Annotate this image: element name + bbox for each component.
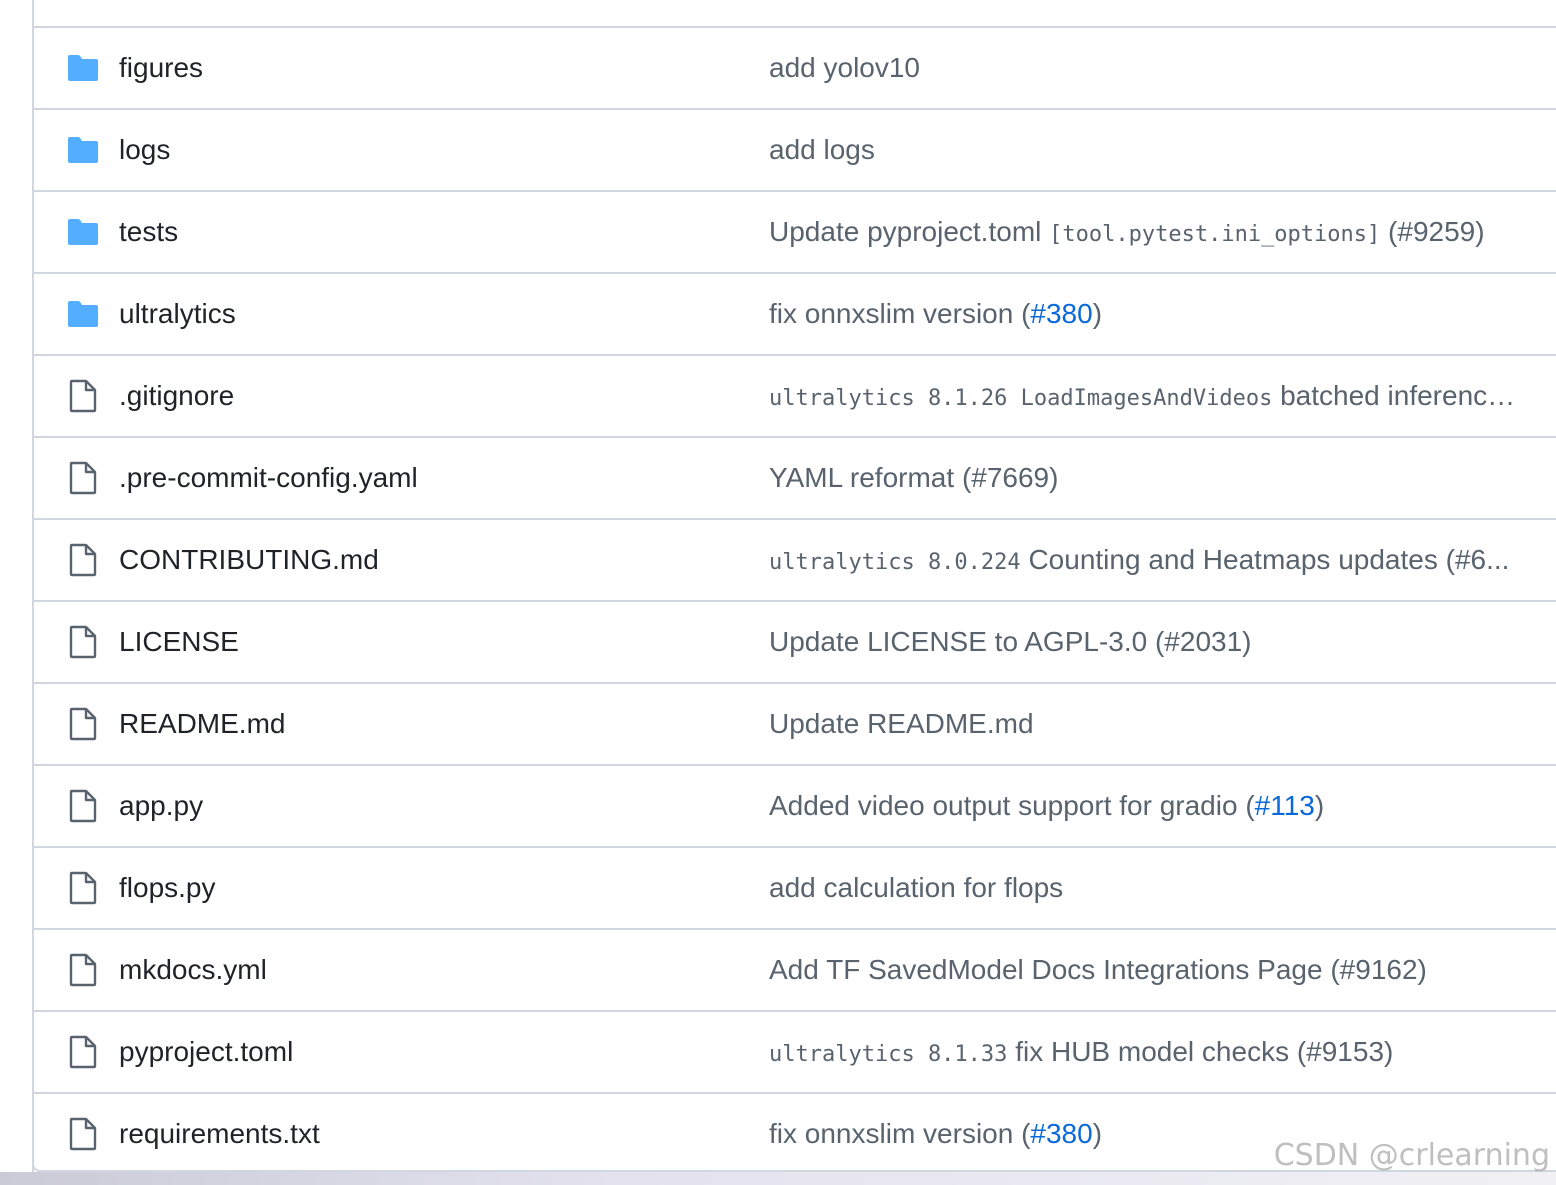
- file-name-link[interactable]: mkdocs.yml: [119, 954, 267, 986]
- left-gutter: [0, 0, 32, 1172]
- file-icon: [66, 1035, 100, 1069]
- commit-message[interactable]: fix onnxslim version (#380): [769, 298, 1102, 330]
- commit-code-text: ultralytics 8.1.33: [769, 1042, 1008, 1067]
- commit-message-text: Counting and Heatmaps updates (#6...: [1020, 544, 1510, 575]
- table-row[interactable]: pyproject.toml ultralytics 8.1.33 fix HUB…: [34, 1012, 1556, 1094]
- pull-request-link[interactable]: #113: [1255, 790, 1315, 821]
- commit-message-text: fix HUB model checks (#9153): [1007, 1036, 1394, 1067]
- commit-message[interactable]: ultralytics 8.0.224 Counting and Heatmap…: [769, 544, 1509, 576]
- watermark-text: CSDN @crlearning: [1273, 1138, 1550, 1173]
- file-icon: [66, 1117, 100, 1151]
- commit-message-text: Added video output support for gradio (: [769, 790, 1255, 821]
- commit-code-text: ultralytics 8.1.26 LoadImagesAndVideos: [769, 386, 1273, 411]
- commit-message-text: ): [1092, 298, 1103, 329]
- file-name-link[interactable]: .gitignore: [119, 380, 234, 412]
- file-icon: [66, 625, 100, 659]
- commit-message-text: ): [1092, 1118, 1103, 1149]
- folder-icon: [66, 215, 100, 249]
- commit-message[interactable]: add calculation for flops: [769, 872, 1063, 904]
- folder-name-link[interactable]: figures: [119, 52, 203, 84]
- commit-message[interactable]: Added video output support for gradio (#…: [769, 790, 1324, 822]
- commit-message[interactable]: Update LICENSE to AGPL-3.0 (#2031): [769, 626, 1252, 658]
- table-row[interactable]: figures add yolov10: [34, 28, 1556, 110]
- commit-message[interactable]: ultralytics 8.1.33 fix HUB model checks …: [769, 1036, 1393, 1068]
- commit-message-text: (#9259): [1380, 216, 1485, 247]
- folder-name-link[interactable]: ultralytics: [119, 298, 236, 330]
- file-name-link[interactable]: .pre-commit-config.yaml: [119, 462, 418, 494]
- commit-message-text: Add TF SavedModel Docs Integrations Page…: [769, 954, 1427, 985]
- table-row[interactable]: tests Update pyproject.toml [tool.pytest.…: [34, 192, 1556, 274]
- table-row[interactable]: .gitignore ultralytics 8.1.26 LoadImagesA…: [34, 356, 1556, 438]
- file-name-link[interactable]: app.py: [119, 790, 203, 822]
- commit-message-text: fix onnxslim version (: [769, 298, 1031, 329]
- commit-code-text: [tool.pytest.ini_options]: [1049, 222, 1381, 247]
- file-icon: [66, 789, 100, 823]
- file-list-table: figures add yolov10 logs add logs tests Updat…: [32, 0, 1556, 1176]
- file-browser-page: figures add yolov10 logs add logs tests Updat…: [0, 0, 1556, 1185]
- commit-message[interactable]: Add TF SavedModel Docs Integrations Page…: [769, 954, 1427, 986]
- folder-icon: [66, 133, 100, 167]
- folder-name-link[interactable]: logs: [119, 134, 170, 166]
- file-name-link[interactable]: CONTRIBUTING.md: [119, 544, 379, 576]
- table-row-partial[interactable]: [34, 0, 1556, 28]
- table-row[interactable]: flops.py add calculation for flops: [34, 848, 1556, 930]
- commit-message-text: YAML reformat (#7669): [769, 462, 1059, 493]
- commit-message-text: add yolov10: [769, 52, 921, 83]
- commit-message[interactable]: Update pyproject.toml [tool.pytest.ini_o…: [769, 216, 1485, 248]
- window-bottom-bar: [0, 1172, 1556, 1185]
- file-icon: [66, 707, 100, 741]
- table-row[interactable]: logs add logs: [34, 110, 1556, 192]
- commit-message-text: batched inference...: [1272, 380, 1524, 411]
- commit-message-text: add calculation for flops: [769, 872, 1064, 903]
- commit-message-text: ): [1314, 790, 1325, 821]
- commit-message[interactable]: YAML reformat (#7669): [769, 462, 1058, 494]
- file-name-link[interactable]: LICENSE: [119, 626, 239, 658]
- table-row[interactable]: README.md Update README.md: [34, 684, 1556, 766]
- table-row[interactable]: app.py Added video output support for gra…: [34, 766, 1556, 848]
- commit-message[interactable]: ultralytics 8.1.26 LoadImagesAndVideos b…: [769, 380, 1524, 412]
- commit-message-text: Update README.md: [769, 708, 1034, 739]
- file-icon: [66, 871, 100, 905]
- pull-request-link[interactable]: #380: [1030, 1118, 1092, 1149]
- commit-message-text: fix onnxslim version (: [769, 1118, 1031, 1149]
- folder-icon: [66, 297, 100, 331]
- folder-name-link[interactable]: tests: [119, 216, 178, 248]
- table-row[interactable]: CONTRIBUTING.md ultralytics 8.0.224 Count…: [34, 520, 1556, 602]
- table-row[interactable]: LICENSE Update LICENSE to AGPL-3.0 (#2031…: [34, 602, 1556, 684]
- file-name-link[interactable]: pyproject.toml: [119, 1036, 293, 1068]
- commit-code-text: ultralytics 8.0.224: [769, 550, 1021, 575]
- folder-icon: [66, 0, 100, 3]
- table-row[interactable]: .pre-commit-config.yaml YAML reformat (#7…: [34, 438, 1556, 520]
- commit-message-text: add logs: [769, 134, 875, 165]
- commit-message-text: Update pyproject.toml: [769, 216, 1050, 247]
- file-name-link[interactable]: requirements.txt: [119, 1118, 320, 1150]
- table-row[interactable]: ultralytics fix onnxslim version (#380): [34, 274, 1556, 356]
- folder-icon: [66, 51, 100, 85]
- commit-message[interactable]: add logs: [769, 134, 875, 166]
- table-row[interactable]: mkdocs.yml Add TF SavedModel Docs Integra…: [34, 930, 1556, 1012]
- file-icon: [66, 543, 100, 577]
- file-name-link[interactable]: README.md: [119, 708, 285, 740]
- file-icon: [66, 953, 100, 987]
- pull-request-link[interactable]: #380: [1030, 298, 1092, 329]
- commit-message[interactable]: add yolov10: [769, 52, 920, 84]
- commit-message-text: Update LICENSE to AGPL-3.0 (#2031): [769, 626, 1252, 657]
- commit-message[interactable]: Update README.md: [769, 708, 1034, 740]
- file-icon: [66, 461, 100, 495]
- file-name-link[interactable]: flops.py: [119, 872, 216, 904]
- file-icon: [66, 379, 100, 413]
- commit-message[interactable]: fix onnxslim version (#380): [769, 1118, 1102, 1150]
